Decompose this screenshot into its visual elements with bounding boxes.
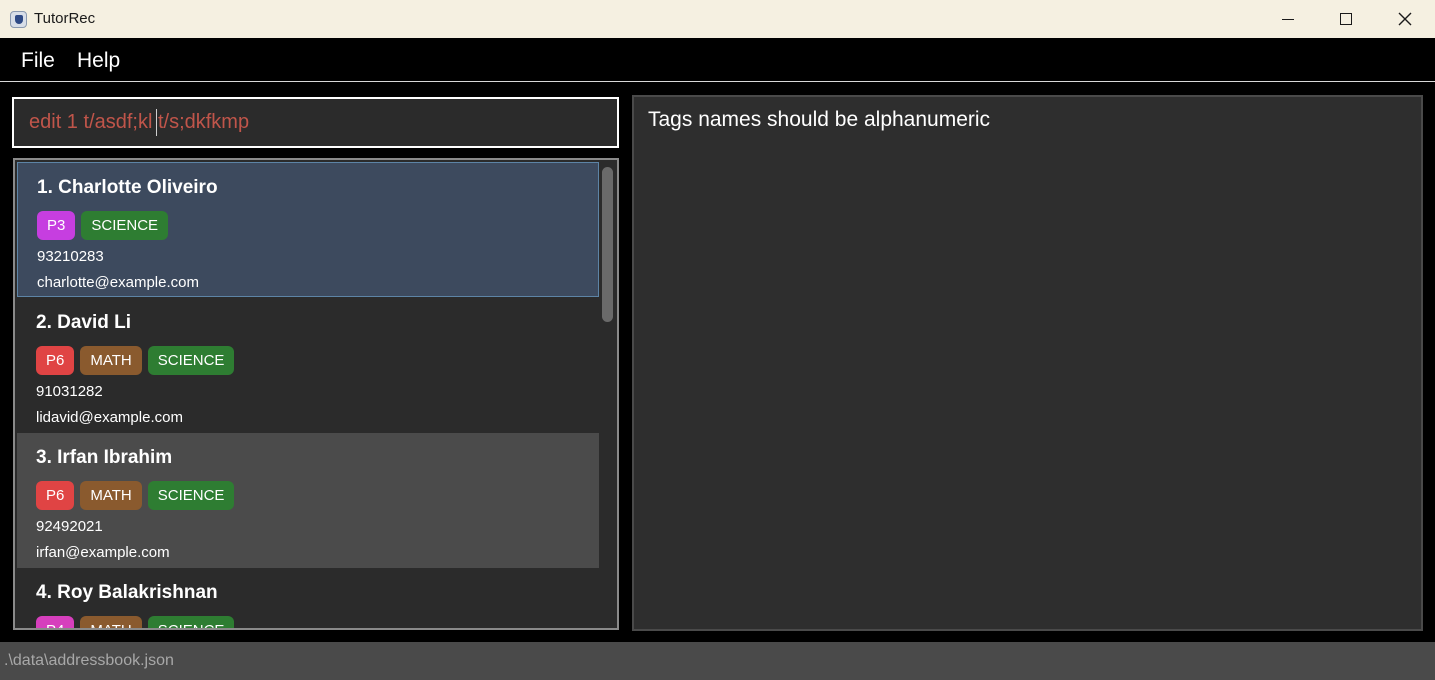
tag-badge: P4 — [36, 616, 75, 628]
tag-list: P4 MATH SCIENCE — [36, 616, 235, 628]
tag-badge: MATH — [80, 481, 142, 510]
save-file-path: .\data\addressbook.json — [4, 652, 174, 669]
result-message: Tags names should be alphanumeric — [648, 108, 991, 131]
minimize-button[interactable] — [1259, 0, 1317, 38]
command-box[interactable]: edit 1 t/asdf;kl t/s;dkfkmp — [12, 97, 619, 148]
command-input[interactable]: edit 1 t/asdf;kl t/s;dkfkmp — [29, 111, 249, 134]
tag-badge: SCIENCE — [147, 616, 235, 628]
close-icon — [1398, 12, 1412, 26]
close-button[interactable] — [1376, 0, 1434, 38]
tag-badge: P3 — [37, 211, 76, 240]
tag-list: P3 SCIENCE — [37, 211, 169, 240]
tag-badge: P6 — [36, 346, 75, 375]
tag-badge: SCIENCE — [81, 211, 169, 240]
text-caret — [156, 109, 157, 136]
title-bar: TutorRec — [0, 0, 1435, 38]
person-email: irfan@example.com — [36, 544, 170, 561]
status-bar: .\data\addressbook.json — [0, 642, 1435, 680]
person-card[interactable]: 4. Roy Balakrishnan P4 MATH SCIENCE — [17, 568, 599, 628]
person-phone: 93210283 — [37, 248, 104, 265]
person-email: charlotte@example.com — [37, 274, 199, 291]
tag-badge: P6 — [36, 481, 75, 510]
person-card[interactable]: 2. David Li P6 MATH SCIENCE 91031282 lid… — [17, 298, 599, 433]
person-card[interactable]: 3. Irfan Ibrahim P6 MATH SCIENCE 9249202… — [17, 433, 599, 568]
person-name: 3. Irfan Ibrahim — [36, 447, 173, 468]
window-title: TutorRec — [34, 10, 96, 27]
person-name: 2. David Li — [36, 312, 132, 333]
person-list[interactable]: 1. Charlotte Oliveiro P3 SCIENCE 9321028… — [13, 158, 619, 630]
scrollbar-thumb[interactable] — [602, 167, 613, 322]
app-icon — [10, 11, 27, 28]
menu-help[interactable]: Help — [77, 49, 120, 73]
tag-badge: SCIENCE — [147, 346, 235, 375]
tag-badge: MATH — [80, 346, 142, 375]
menu-bar: File Help — [0, 38, 1435, 82]
person-name: 4. Roy Balakrishnan — [36, 582, 218, 603]
maximize-icon — [1340, 13, 1352, 25]
person-card[interactable]: 1. Charlotte Oliveiro P3 SCIENCE 9321028… — [17, 162, 599, 297]
tag-badge: MATH — [80, 616, 142, 628]
tag-badge: SCIENCE — [147, 481, 235, 510]
person-phone: 92492021 — [36, 518, 103, 535]
tag-list: P6 MATH SCIENCE — [36, 481, 235, 510]
tag-list: P6 MATH SCIENCE — [36, 346, 235, 375]
person-name: 1. Charlotte Oliveiro — [37, 177, 218, 198]
menu-file[interactable]: File — [21, 49, 55, 73]
maximize-button[interactable] — [1317, 0, 1375, 38]
person-email: lidavid@example.com — [36, 409, 183, 426]
result-display: Tags names should be alphanumeric — [632, 95, 1423, 631]
person-phone: 91031282 — [36, 383, 103, 400]
minimize-icon — [1282, 18, 1294, 20]
